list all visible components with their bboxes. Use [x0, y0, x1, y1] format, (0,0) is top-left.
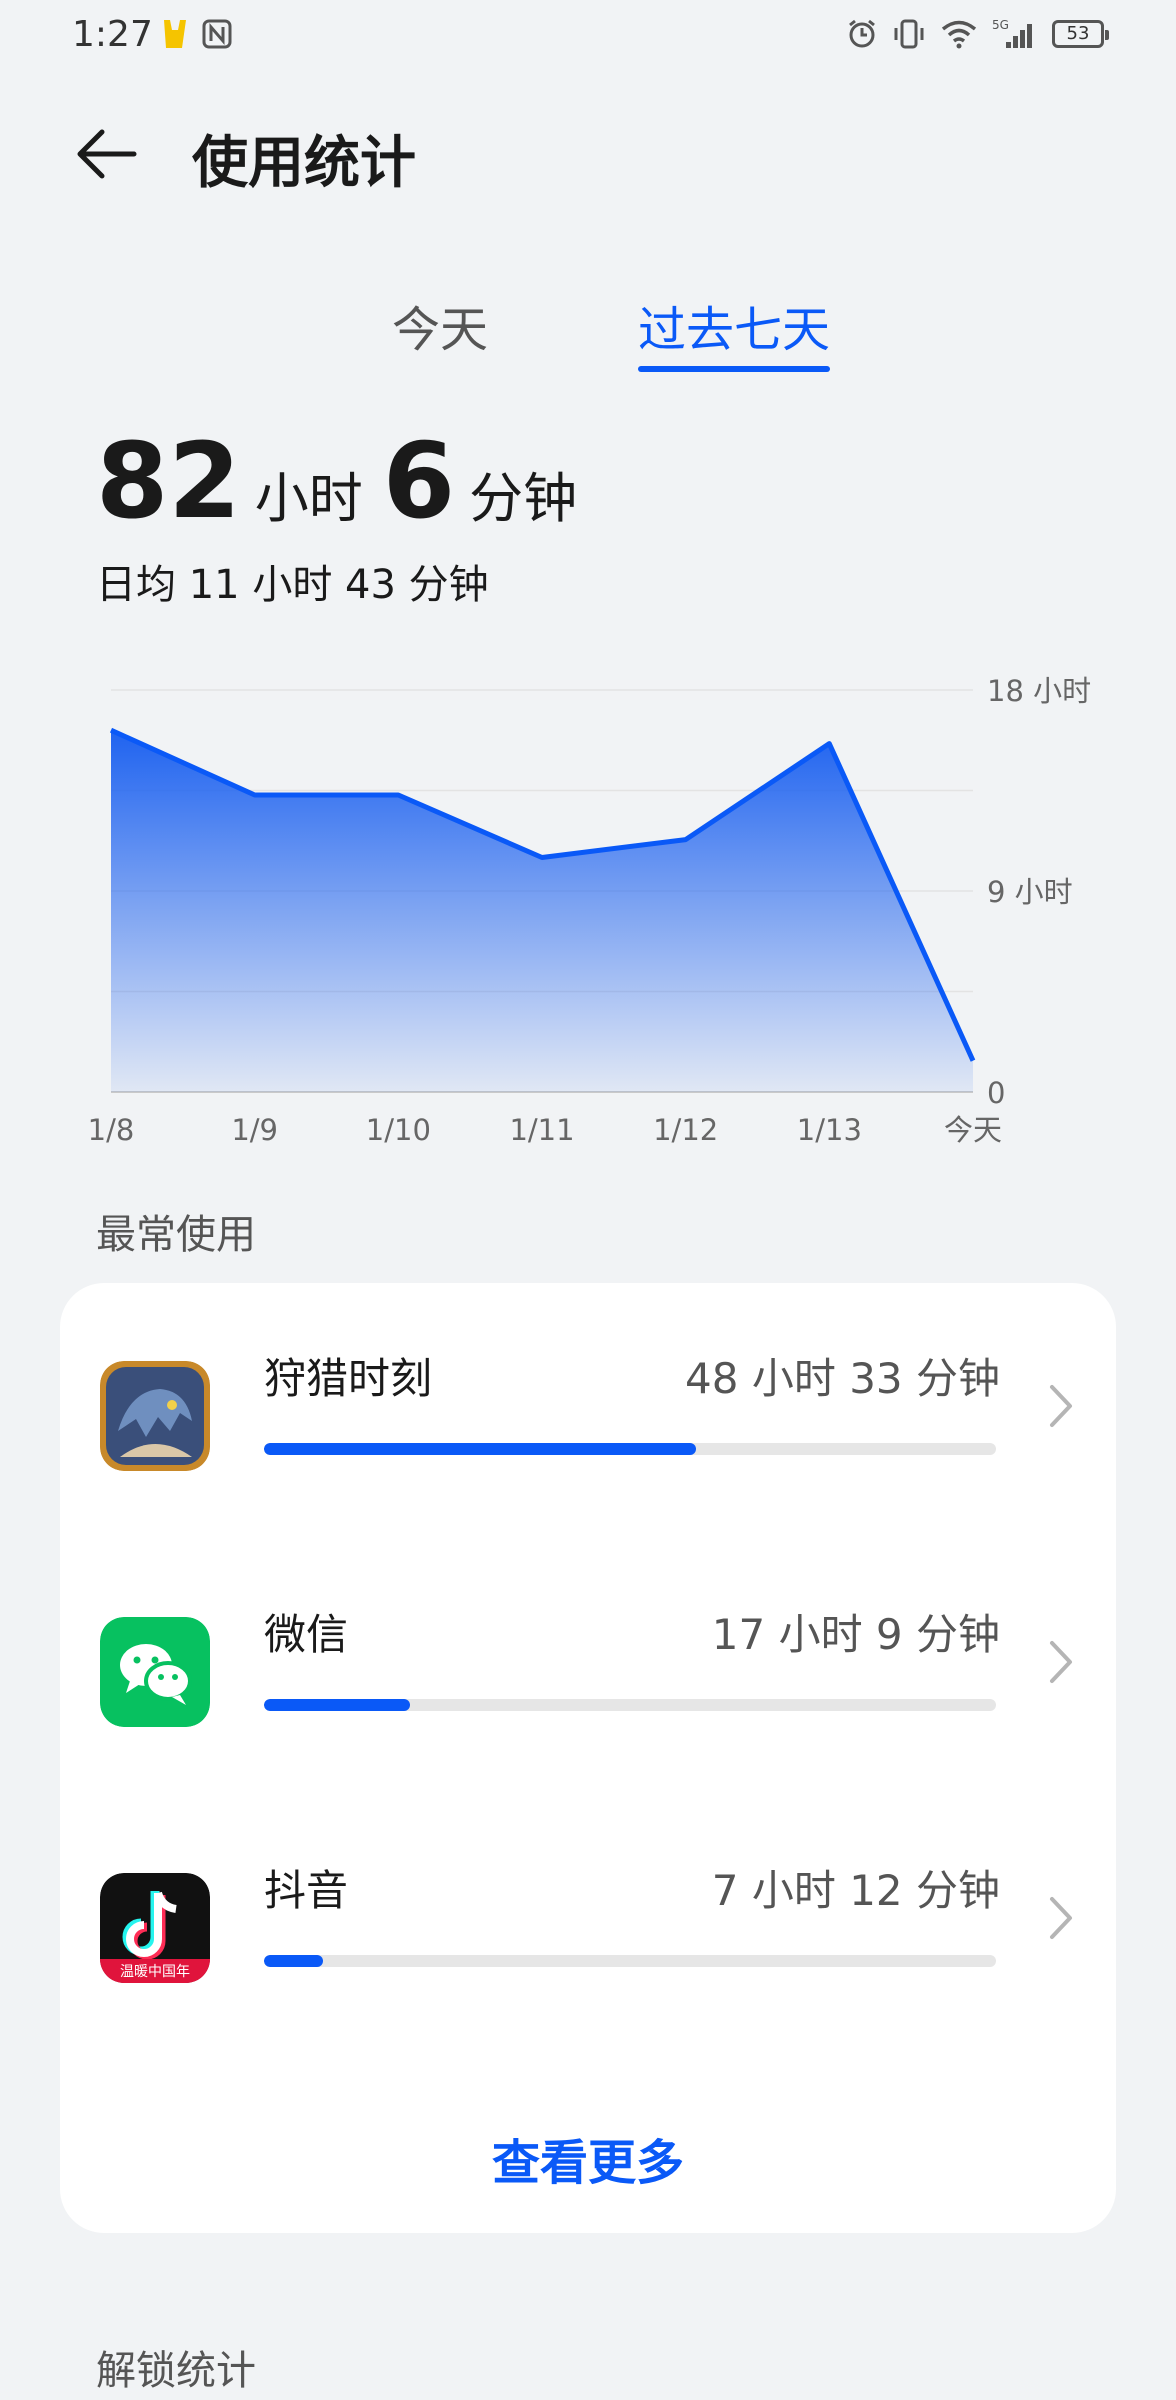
douyin-icon: 温暖中国年 — [100, 1873, 210, 1983]
battery-icon: 53 — [1052, 20, 1109, 48]
game-app-icon — [100, 1361, 210, 1471]
usage-bar-track — [264, 1955, 996, 1967]
total-usage: 82 小时 6 分钟 — [96, 420, 597, 542]
total-minutes: 6 — [382, 420, 456, 542]
usage-bar-track — [264, 1699, 996, 1711]
total-hours: 82 — [96, 420, 241, 542]
battery-level: 53 — [1066, 23, 1090, 44]
chevron-right-icon — [1050, 1385, 1072, 1427]
app-row[interactable]: 温暖中国年 抖音 7 小时 12 分钟 — [60, 1847, 1116, 2047]
notification-app-icon — [164, 20, 186, 48]
usage-bar-fill — [264, 1955, 323, 1967]
back-arrow-icon[interactable] — [72, 124, 142, 184]
tab-today[interactable]: 今天 — [392, 290, 488, 360]
most-used-label: 最常使用 — [96, 1212, 256, 1258]
x-tick-label: 1/10 — [366, 1113, 431, 1147]
usage-bar-track — [264, 1443, 996, 1455]
minutes-unit: 分钟 — [469, 467, 578, 530]
status-bar: 1:27 5G 53 — [0, 0, 1176, 70]
app-usage-time: 17 小时 9 分钟 — [711, 1610, 1000, 1659]
app-row[interactable]: 微信 17 小时 9 分钟 — [60, 1591, 1116, 1791]
vibrate-icon — [894, 19, 924, 49]
nfc-icon — [202, 19, 232, 49]
y-tick-label: 0 — [987, 1076, 1005, 1110]
app-name: 狩猎时刻 — [264, 1354, 433, 1403]
chevron-right-icon — [1050, 1897, 1072, 1939]
chevron-right-icon — [1050, 1641, 1072, 1683]
y-tick-label: 18 小时 — [987, 674, 1091, 708]
page-title: 使用统计 — [192, 131, 416, 196]
most-used-card: 狩猎时刻 48 小时 33 分钟 微信 17 小时 9 分钟 温暖中国年 抖音 … — [60, 1283, 1116, 2233]
signal-icon: 5G — [992, 18, 1032, 48]
svg-text:5G: 5G — [992, 18, 1009, 32]
x-tick-label: 1/13 — [797, 1113, 862, 1147]
usage-bar-fill — [264, 1443, 696, 1455]
hours-unit: 小时 — [254, 467, 363, 530]
app-name: 微信 — [264, 1610, 349, 1659]
status-time: 1:27 — [72, 14, 153, 55]
x-tick-label: 今天 — [944, 1113, 1002, 1147]
app-row[interactable]: 狩猎时刻 48 小时 33 分钟 — [60, 1335, 1116, 1535]
y-tick-label: 9 小时 — [987, 875, 1073, 909]
x-tick-label: 1/9 — [231, 1113, 278, 1147]
usage-chart: 1/8 1/9 1/10 1/11 1/12 1/13 今天0 9 小时 18 小时 — [88, 674, 1091, 1147]
period-tabs: 今天 过去七天 — [0, 290, 1176, 380]
wechat-icon — [100, 1617, 210, 1727]
app-name: 抖音 — [264, 1866, 349, 1915]
daily-average: 日均 11 小时 43 分钟 — [96, 562, 489, 608]
app-usage-time: 48 小时 33 分钟 — [685, 1354, 1000, 1403]
x-tick-label: 1/12 — [653, 1113, 718, 1147]
alarm-icon — [849, 19, 875, 48]
wifi-icon — [941, 20, 977, 49]
douyin-icon-caption: 温暖中国年 — [120, 1964, 190, 1980]
usage-bar-fill — [264, 1699, 411, 1711]
view-more-button[interactable]: 查看更多 — [60, 2123, 1116, 2193]
tab-past-seven-days[interactable]: 过去七天 — [638, 290, 830, 360]
app-bar: 使用统计 — [0, 110, 1176, 200]
active-tab-indicator — [638, 366, 830, 372]
chart-area — [111, 730, 973, 1092]
unlock-stats-label: 解锁统计 — [96, 2348, 256, 2394]
app-usage-time: 7 小时 12 分钟 — [711, 1866, 1000, 1915]
x-tick-label: 1/11 — [509, 1113, 574, 1147]
x-tick-label: 1/8 — [88, 1113, 135, 1147]
